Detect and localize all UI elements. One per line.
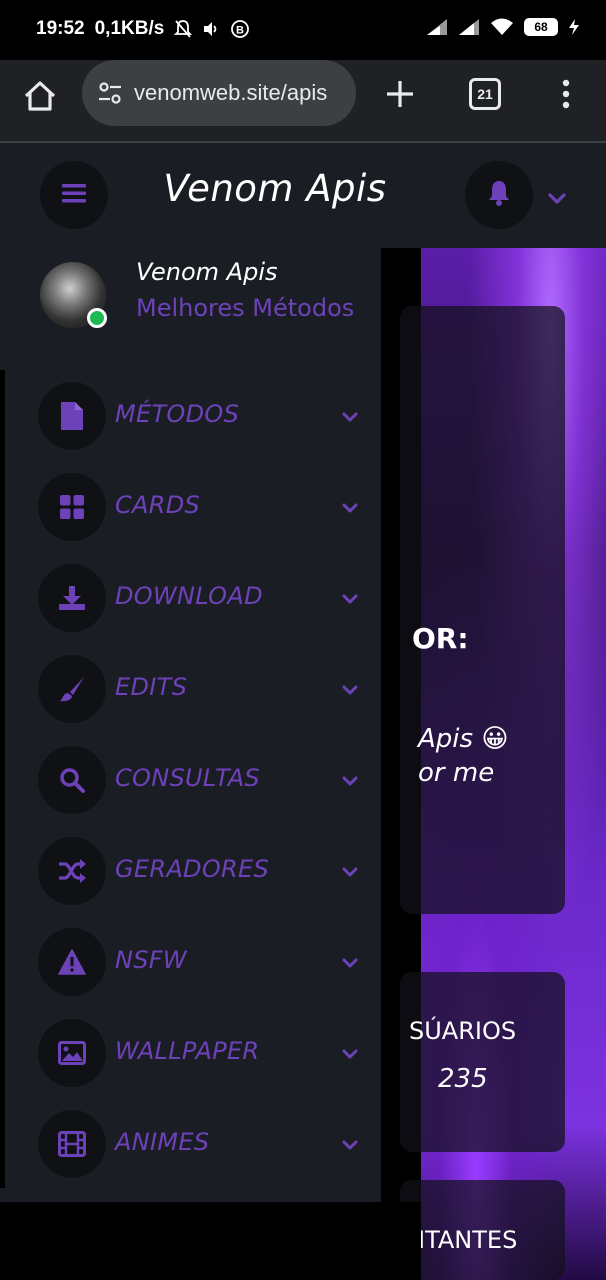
chevron-down-icon bbox=[342, 1045, 358, 1064]
background-card-users bbox=[400, 972, 565, 1152]
menu-item-label: ANIMES bbox=[115, 1128, 210, 1156]
users-label: SÚARIOS bbox=[409, 1017, 517, 1045]
background-line-1: Apis 😀 bbox=[418, 724, 509, 754]
wifi-icon bbox=[490, 18, 514, 36]
signal-icon bbox=[458, 18, 480, 36]
hamburger-icon bbox=[61, 182, 87, 208]
chevron-down-icon bbox=[342, 590, 358, 609]
status-bar: 19:52 0,1KB/s B 68 bbox=[0, 0, 606, 60]
menu-item-label: WALLPAPER bbox=[115, 1037, 260, 1065]
menu-toggle-button[interactable] bbox=[40, 161, 108, 229]
plus-icon[interactable] bbox=[384, 78, 416, 110]
chevron-down-icon bbox=[342, 863, 358, 882]
volume-icon bbox=[202, 20, 220, 38]
menu-item-label: DOWNLOAD bbox=[115, 582, 263, 610]
svg-text:B: B bbox=[236, 25, 244, 37]
visitors-label: ITANTES bbox=[418, 1226, 518, 1254]
chevron-down-icon bbox=[342, 681, 358, 700]
notifications-button[interactable] bbox=[465, 161, 533, 229]
charging-icon bbox=[568, 18, 580, 36]
file-icon bbox=[38, 382, 106, 450]
browser-toolbar: venomweb.site/apis 21 bbox=[0, 60, 606, 143]
users-value: 235 bbox=[438, 1064, 488, 1094]
menu-item-label: MÉTODOS bbox=[115, 400, 240, 428]
chevron-down-icon bbox=[342, 772, 358, 791]
tabs-icon[interactable]: 21 bbox=[469, 78, 501, 110]
home-icon[interactable] bbox=[20, 76, 60, 116]
chevron-down-icon bbox=[342, 499, 358, 518]
b-icon: B bbox=[230, 19, 250, 39]
background-card-intro bbox=[400, 306, 565, 914]
menu-item-metodos[interactable]: MÉTODOS bbox=[38, 382, 368, 450]
drawer-edge bbox=[0, 370, 5, 1188]
status-time: 19:52 bbox=[36, 18, 85, 39]
menu-item-geradores[interactable]: GERADORES bbox=[38, 837, 368, 905]
tune-icon[interactable] bbox=[96, 79, 124, 107]
menu-item-wallpaper[interactable]: WALLPAPER bbox=[38, 1019, 368, 1087]
bell-icon bbox=[486, 179, 512, 211]
chevron-down-icon[interactable] bbox=[548, 190, 566, 209]
tab-count: 21 bbox=[477, 86, 493, 102]
menu-item-download[interactable]: DOWNLOAD bbox=[38, 564, 368, 632]
shuffle-icon bbox=[38, 837, 106, 905]
grid-icon bbox=[38, 473, 106, 541]
menu-item-label: NSFW bbox=[115, 946, 187, 974]
app-header: Venom Apis bbox=[0, 143, 606, 248]
menu-item-label: EDITS bbox=[115, 673, 188, 701]
background-line-2: or me bbox=[418, 758, 495, 788]
profile-subtitle: Melhores Métodos bbox=[136, 294, 355, 322]
online-status-dot bbox=[87, 308, 107, 328]
menu-item-edits[interactable]: EDITS bbox=[38, 655, 368, 723]
menu-item-cards[interactable]: CARDS bbox=[38, 473, 368, 541]
bell-off-icon bbox=[174, 19, 193, 39]
battery-icon: 68 bbox=[524, 18, 558, 36]
menu-item-consultas[interactable]: CONSULTAS bbox=[38, 746, 368, 814]
chevron-down-icon bbox=[342, 1136, 358, 1155]
image-icon bbox=[38, 1019, 106, 1087]
menu-item-animes[interactable]: ANIMES bbox=[38, 1110, 368, 1178]
chevron-down-icon bbox=[342, 954, 358, 973]
download-icon bbox=[38, 564, 106, 632]
profile-name: Venom Apis bbox=[136, 258, 278, 286]
app-title: Venom Apis bbox=[163, 167, 387, 210]
url-text: venomweb.site/apis bbox=[134, 80, 328, 105]
menu-item-label: CONSULTAS bbox=[115, 764, 260, 792]
more-vert-icon[interactable] bbox=[556, 78, 576, 110]
chevron-down-icon bbox=[342, 408, 358, 427]
menu-item-label: CARDS bbox=[115, 491, 201, 519]
film-icon bbox=[38, 1110, 106, 1178]
menu-item-nsfw[interactable]: NSFW bbox=[38, 928, 368, 996]
battery-level: 68 bbox=[534, 20, 548, 34]
status-net-speed: 0,1KB/s bbox=[94, 18, 165, 39]
signal-icon bbox=[426, 18, 448, 36]
menu-item-label: GERADORES bbox=[115, 855, 270, 883]
search-icon bbox=[38, 746, 106, 814]
brush-icon bbox=[38, 655, 106, 723]
drawer-bottom-area bbox=[0, 1202, 421, 1280]
warning-icon bbox=[38, 928, 106, 996]
address-bar[interactable]: venomweb.site/apis bbox=[82, 60, 356, 126]
background-heading: OR: bbox=[412, 622, 469, 655]
